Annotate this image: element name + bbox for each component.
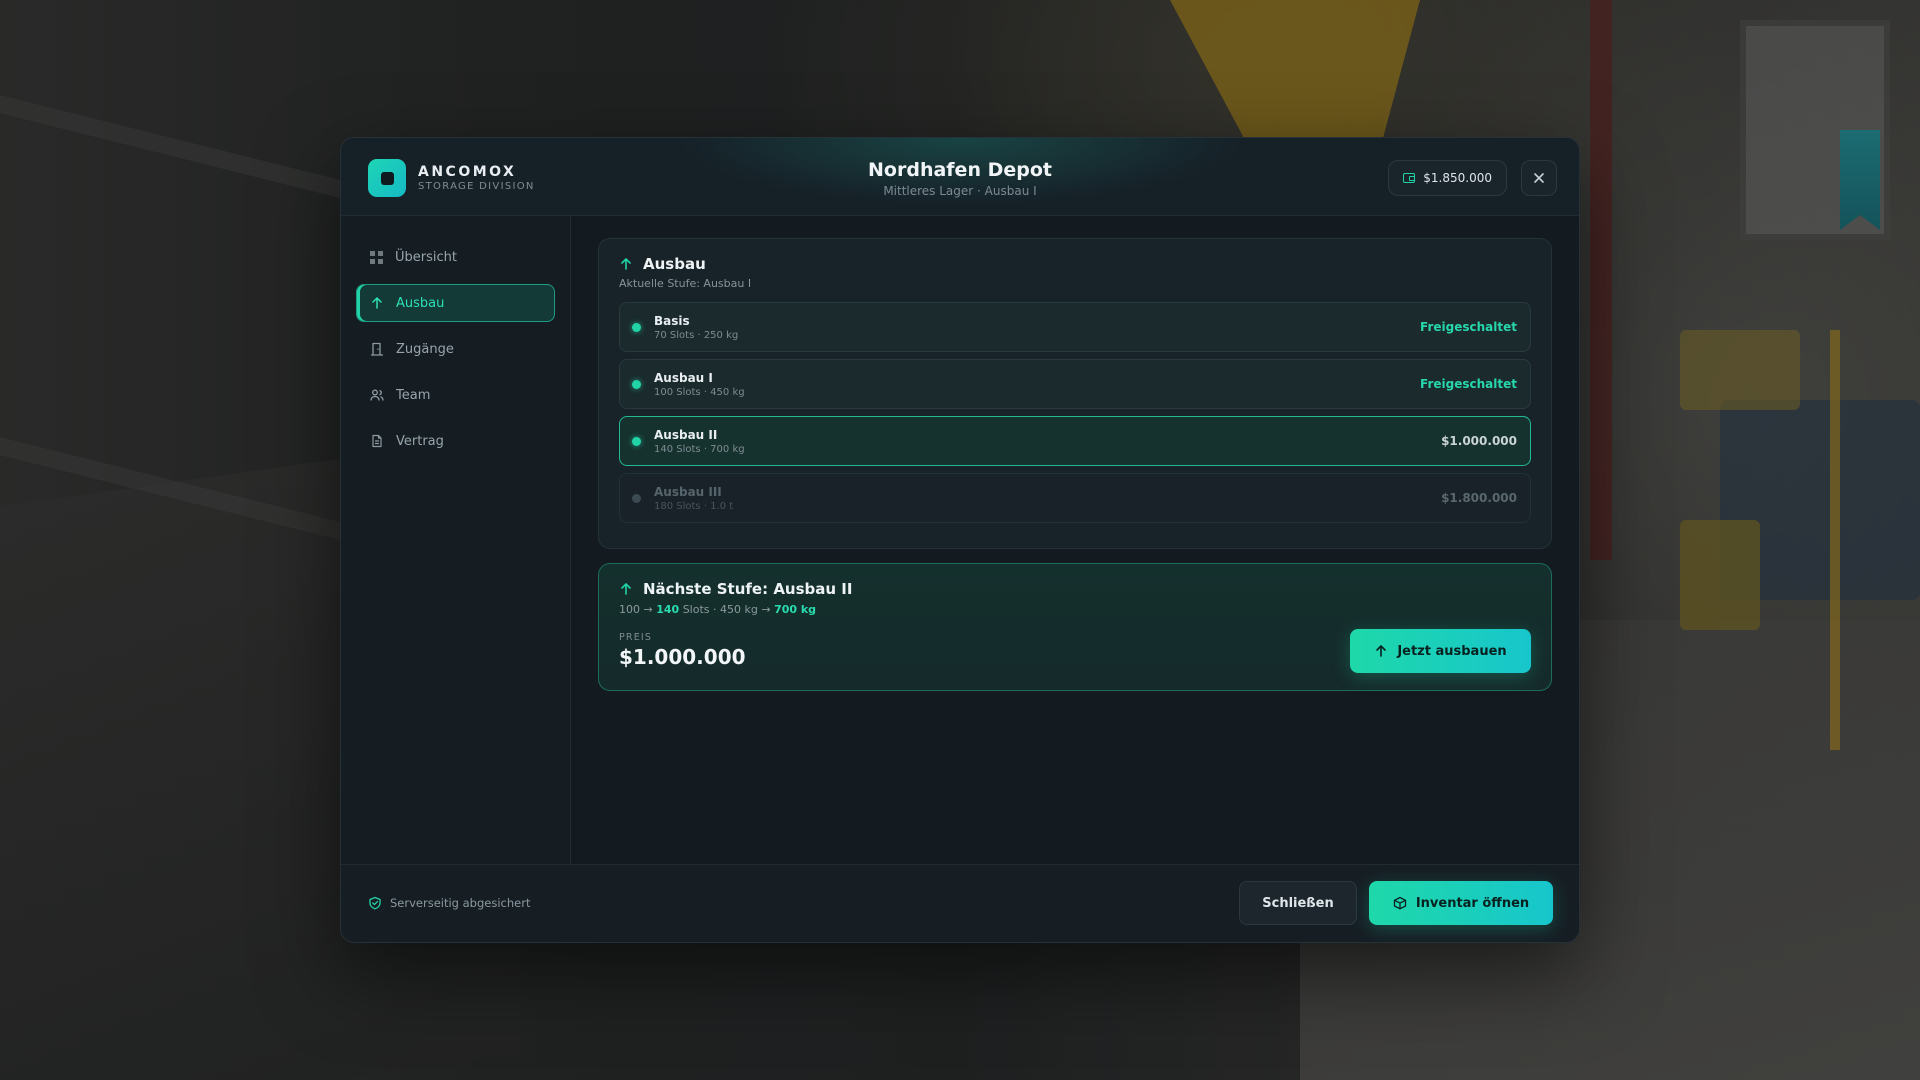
slots-from: 100 xyxy=(619,603,640,616)
sidebar-item-label: Zugänge xyxy=(396,341,454,357)
tier-spec: 180 Slots · 1.0 t xyxy=(654,500,734,512)
close-icon xyxy=(1534,173,1544,183)
users-icon xyxy=(370,389,384,401)
open-inventory-label: Inventar öffnen xyxy=(1415,895,1530,911)
tier-name: Ausbau III xyxy=(654,484,722,499)
card-title: Ausbau xyxy=(643,255,706,273)
modal-header: ANCOMOX STORAGE DIVISION Nordhafen Depot… xyxy=(341,138,1579,216)
wallet-icon xyxy=(1403,173,1416,183)
tier-name: Ausbau I xyxy=(654,370,713,385)
sidebar-item-label: Team xyxy=(396,387,431,403)
arrow-up-icon xyxy=(621,258,631,270)
document-icon xyxy=(372,434,382,448)
status-dot xyxy=(632,379,641,389)
status-dot xyxy=(632,322,641,332)
tier-price: $1.000.000 xyxy=(1441,434,1517,448)
sidebar-item-uebersicht[interactable]: Übersicht xyxy=(356,238,555,276)
upgrade-now-label: Jetzt ausbauen xyxy=(1397,643,1507,659)
tier-ausbau-1: Ausbau I 100 Slots · 450 kg Freigeschalt… xyxy=(619,359,1531,409)
open-inventory-button[interactable]: Inventar öffnen xyxy=(1369,881,1553,925)
modal-footer: Serverseitig abgesichert Schließen Inven… xyxy=(341,864,1579,942)
tier-spec: 70 Slots · 250 kg xyxy=(654,329,739,341)
sidebar-item-label: Übersicht xyxy=(395,249,457,265)
tier-price: $1.800.000 xyxy=(1441,491,1517,505)
sidebar-item-label: Ausbau xyxy=(396,295,445,311)
sidebar-item-team[interactable]: Team xyxy=(356,376,555,414)
main-content: Ausbau Aktuelle Stufe: Ausbau I Basis 70… xyxy=(571,216,1579,866)
door-icon xyxy=(370,342,384,356)
arrow-up-icon xyxy=(621,583,631,595)
tier-ausbau-3: Ausbau III 180 Slots · 1.0 t $1.800.000 xyxy=(619,473,1531,523)
tier-name: Ausbau II xyxy=(654,427,718,442)
close-footer-button[interactable]: Schließen xyxy=(1239,881,1357,925)
status-dot xyxy=(632,436,641,446)
close-button[interactable] xyxy=(1521,160,1557,196)
tier-status: Freigeschaltet xyxy=(1420,320,1517,334)
arrow-up-icon xyxy=(1376,645,1387,657)
slots-unit: Slots xyxy=(682,603,710,616)
tier-spec: 140 Slots · 700 kg xyxy=(654,443,745,455)
next-level-card: Nächste Stufe: Ausbau II 100 → 140 Slots… xyxy=(598,563,1552,691)
upgrade-card: Ausbau Aktuelle Stufe: Ausbau I Basis 70… xyxy=(598,238,1552,549)
status-dot xyxy=(632,493,641,503)
grid-icon xyxy=(370,250,383,264)
close-footer-label: Schließen xyxy=(1262,895,1334,911)
tier-name: Basis xyxy=(654,313,690,328)
arrow-up-icon xyxy=(372,297,382,309)
tier-ausbau-2[interactable]: Ausbau II 140 Slots · 700 kg $1.000.000 xyxy=(619,416,1531,466)
slots-to: 140 xyxy=(656,603,680,616)
box-icon xyxy=(1393,896,1406,910)
tier-spec: 100 Slots · 450 kg xyxy=(654,386,745,398)
weight-from: 450 kg xyxy=(720,603,758,616)
balance-value: $1.850.000 xyxy=(1423,171,1492,185)
secure-note: Serverseitig abgesichert xyxy=(368,896,530,910)
shield-icon xyxy=(369,896,381,910)
secure-label: Serverseitig abgesichert xyxy=(390,896,531,910)
balance-badge: $1.850.000 xyxy=(1388,160,1507,196)
current-level: Aktuelle Stufe: Ausbau I xyxy=(619,277,752,290)
sidebar-item-label: Vertrag xyxy=(396,433,444,449)
next-level-title: Nächste Stufe: Ausbau II xyxy=(643,580,853,598)
sidebar-item-vertrag[interactable]: Vertrag xyxy=(356,422,555,460)
storage-modal: ANCOMOX STORAGE DIVISION Nordhafen Depot… xyxy=(340,137,1580,943)
sidebar-item-ausbau[interactable]: Ausbau xyxy=(356,284,555,322)
next-level-spec: 100 → 140 Slots · 450 kg → 700 kg xyxy=(619,603,817,616)
tier-status: Freigeschaltet xyxy=(1420,377,1517,391)
tier-basis: Basis 70 Slots · 250 kg Freigeschaltet xyxy=(619,302,1531,352)
sidebar: Übersicht Ausbau Zugänge Team Vertrag xyxy=(341,216,571,866)
weight-to: 700 kg xyxy=(774,603,817,616)
sidebar-item-zugaenge[interactable]: Zugänge xyxy=(356,330,555,368)
upgrade-now-button[interactable]: Jetzt ausbauen xyxy=(1350,629,1531,673)
